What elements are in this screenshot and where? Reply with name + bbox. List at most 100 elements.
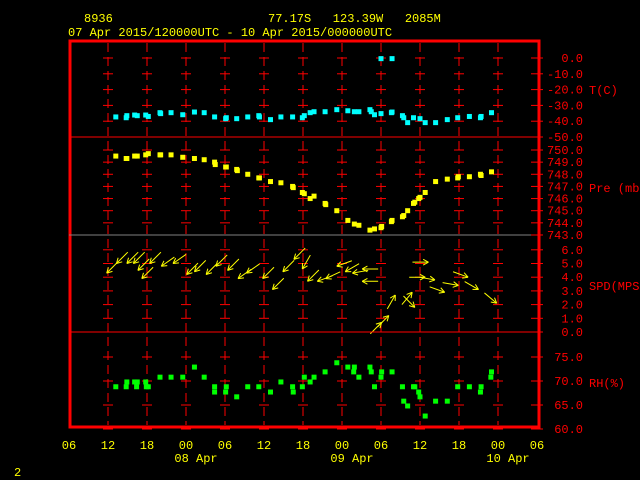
temperature-point <box>256 114 262 120</box>
temperature-point <box>378 56 384 62</box>
y-tick-label: 0.0 <box>561 326 583 340</box>
rh-point <box>234 394 240 400</box>
axis-layer: 06 12 18 00 06 12 18 00 06 12 18 00 0608 Apr 09 Apr 10… <box>62 39 640 466</box>
rh-point <box>466 384 472 390</box>
rh-point <box>367 364 373 370</box>
pressure-point <box>433 179 439 185</box>
rh-point <box>201 374 207 380</box>
y-tick-label: 5.0 <box>561 258 583 272</box>
pressure-point <box>278 180 284 186</box>
pressure-point <box>323 202 329 208</box>
pressure-point <box>168 152 174 158</box>
temperature-point <box>223 115 229 121</box>
pressure-point <box>379 223 385 229</box>
wind-arrow <box>336 260 353 268</box>
pressure-axis-label: Pre (mb) <box>589 182 640 196</box>
wind-arrow <box>132 251 146 264</box>
wind-arrow <box>442 281 459 288</box>
temperature-point <box>411 115 416 121</box>
pressure-point <box>389 217 395 223</box>
rh-point <box>488 374 494 380</box>
temperature-point <box>268 117 273 123</box>
rh-point <box>245 384 251 390</box>
pressure-point <box>372 226 377 232</box>
temperature-point <box>351 109 357 115</box>
wind-arrow <box>484 292 498 304</box>
y-tick-label: 0.0 <box>561 52 583 66</box>
wind-arrow <box>429 286 446 294</box>
x-tick-label: 18 <box>452 439 466 453</box>
y-tick-label: -50.0 <box>547 131 583 145</box>
pressure-point <box>444 176 450 182</box>
rh-point <box>143 379 149 385</box>
rh-point <box>372 384 377 390</box>
x-tick-label: 06 <box>62 439 76 453</box>
y-tick-label: 70.0 <box>554 375 583 389</box>
rh-point <box>191 364 197 370</box>
rh-point <box>124 379 130 385</box>
rh-point <box>168 374 174 380</box>
y-tick-label: 4.0 <box>561 271 583 285</box>
rh-point <box>378 374 384 380</box>
temperature-point <box>489 110 494 116</box>
rh-point <box>212 389 218 395</box>
temperature-point <box>245 114 251 120</box>
rh-point <box>301 374 307 380</box>
pressure-point <box>245 171 251 177</box>
x-tick-label: 00 <box>179 439 193 453</box>
temperature-point <box>345 108 351 114</box>
rh-point <box>256 384 262 390</box>
wind-arrow <box>193 260 207 273</box>
temperature-point <box>301 113 307 119</box>
rh-point <box>417 394 423 400</box>
rh-point <box>223 384 229 390</box>
temperature-point <box>422 120 428 126</box>
temperature-point <box>417 116 423 122</box>
x-tick-label: 06 <box>374 439 388 453</box>
y-tick-label: 65.0 <box>554 399 583 413</box>
temperature-point <box>433 120 439 126</box>
pressure-point <box>268 179 273 185</box>
station-location: 77.17S 123.39W 2085M <box>268 12 441 26</box>
rh-point <box>278 379 284 385</box>
pressure-point <box>455 174 461 180</box>
temperature-point <box>466 113 472 119</box>
pressure-point <box>422 189 428 195</box>
temperature-point <box>212 114 218 120</box>
y-tick-label: 75.0 <box>554 351 583 365</box>
x-tick-label: 12 <box>257 439 271 453</box>
rh-point <box>290 389 296 395</box>
wind-arrow-head <box>161 265 168 267</box>
wind-arrow <box>307 269 320 282</box>
temperature-point <box>290 114 296 120</box>
rh-point <box>134 379 140 385</box>
rh-point <box>416 389 422 395</box>
temperature-point <box>201 110 207 116</box>
pressure-point <box>489 169 494 175</box>
wind-arrow <box>160 256 175 267</box>
pressure-point <box>401 213 407 219</box>
wind-arrow-head <box>246 271 253 274</box>
pressure-point <box>466 174 472 180</box>
wind-arrow-head <box>317 280 324 283</box>
rh-point <box>212 384 218 390</box>
rh-point <box>123 384 129 390</box>
temperature-point <box>401 115 407 121</box>
weather-station-timeseries-chart: 8936 77.17S 123.39W 2085M 07 Apr 2015/12… <box>14 12 640 480</box>
temperature-point <box>158 111 164 117</box>
rh-point <box>478 384 484 390</box>
pressure-point <box>145 151 151 157</box>
wind-arrow <box>464 281 479 291</box>
rh-point <box>334 360 340 366</box>
temperature-point <box>234 116 240 122</box>
temperature-point <box>455 115 461 121</box>
rh-point <box>351 369 357 375</box>
pressure-point <box>334 208 340 214</box>
temperature-point <box>278 114 284 120</box>
rh-point <box>444 398 450 404</box>
rh-point <box>405 403 411 409</box>
pressure-point <box>478 172 484 178</box>
pressure-point <box>234 168 240 174</box>
rh-point <box>401 398 407 404</box>
y-tick-label: -30.0 <box>547 99 583 113</box>
